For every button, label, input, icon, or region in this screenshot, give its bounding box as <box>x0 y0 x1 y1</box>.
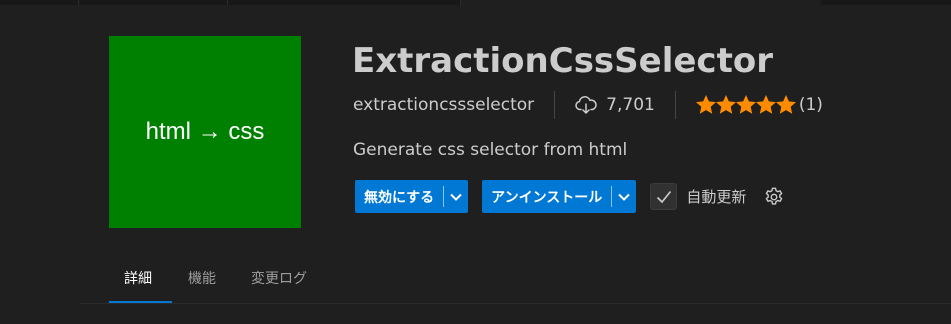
uninstall-split-button: アンインストール <box>482 180 637 213</box>
gear-icon[interactable] <box>763 186 785 208</box>
extension-logo-text: html → css <box>145 118 265 145</box>
editor-tab[interactable] <box>79 0 228 5</box>
editor-tab[interactable] <box>0 0 79 5</box>
tab-details[interactable]: 詳細 <box>124 268 152 288</box>
disable-split-button: 無効にする <box>355 180 469 213</box>
extension-meta-row: extractioncssselector 7,701 (1) <box>353 88 823 122</box>
star-icon <box>695 95 716 114</box>
uninstall-button-label: アンインストール <box>491 189 603 206</box>
star-icon <box>715 95 736 114</box>
star-icon <box>735 95 756 114</box>
disable-button[interactable]: 無効にする <box>355 180 443 213</box>
check-icon <box>656 190 671 203</box>
extension-description: Generate css selector from html <box>353 140 628 160</box>
extension-logo: html → css <box>109 36 301 228</box>
auto-update-label[interactable]: 自動更新 <box>686 186 746 207</box>
rating-count[interactable]: (1) <box>799 95 823 115</box>
meta-divider <box>554 91 556 119</box>
disable-button-label: 無効にする <box>364 189 435 206</box>
install-count: 7,701 <box>606 95 655 115</box>
extension-identifier[interactable]: extractioncssselector <box>353 95 534 115</box>
editor-tab[interactable] <box>228 0 461 5</box>
extension-detail-tabs: 詳細 機能 変更ログ <box>0 255 951 303</box>
action-bar: 無効にする アンインストール 自動更新 <box>355 180 785 213</box>
chevron-down-icon <box>450 193 462 201</box>
star-icon <box>755 95 776 114</box>
star-icon <box>775 95 796 114</box>
rating-stars[interactable] <box>695 95 796 115</box>
cloud-download-icon <box>575 96 597 114</box>
chevron-down-icon <box>618 193 631 201</box>
uninstall-button[interactable]: アンインストール <box>482 180 611 213</box>
disable-dropdown-button[interactable] <box>444 180 468 213</box>
tab-features[interactable]: 機能 <box>188 268 216 288</box>
editor-tab-active[interactable] <box>461 0 821 5</box>
meta-divider <box>674 91 676 119</box>
uninstall-dropdown-button[interactable] <box>612 180 636 213</box>
tabs-divider <box>80 303 951 304</box>
editor-tab-strip <box>0 0 951 5</box>
extension-name: ExtractionCssSelector <box>352 41 773 81</box>
auto-update-checkbox[interactable] <box>650 183 678 210</box>
tab-changelog[interactable]: 変更ログ <box>251 268 307 288</box>
